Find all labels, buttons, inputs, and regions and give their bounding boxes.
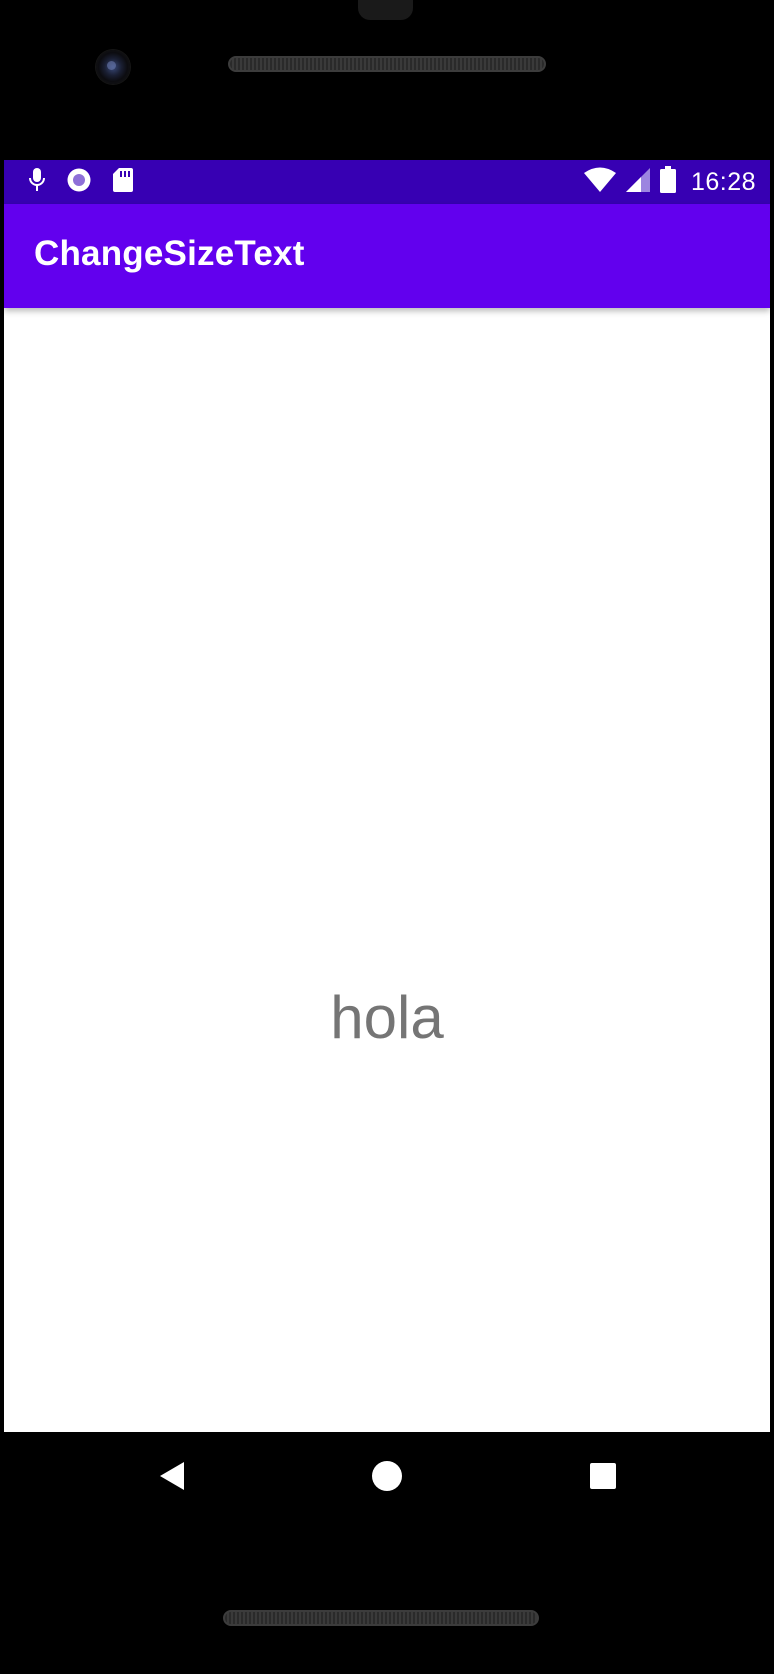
- recents-button[interactable]: [583, 1456, 623, 1496]
- phone-screen: 16:28 ChangeSizeText hola: [4, 160, 770, 1432]
- app-title: ChangeSizeText: [34, 234, 305, 273]
- status-clock: 16:28: [690, 167, 756, 196]
- back-button[interactable]: [152, 1456, 192, 1496]
- wifi-icon: [583, 167, 617, 198]
- back-triangle-icon: [160, 1462, 184, 1490]
- app-toolbar: ChangeSizeText: [4, 204, 770, 308]
- sd-card-icon: [112, 167, 134, 198]
- microphone-icon: [28, 167, 46, 198]
- cellular-signal-icon: [625, 167, 651, 198]
- battery-icon: [659, 165, 677, 199]
- device-notch: [358, 0, 413, 20]
- recents-square-icon: [590, 1463, 616, 1489]
- bottom-speaker: [223, 1610, 539, 1626]
- front-camera: [96, 50, 130, 84]
- device-frame: 16:28 ChangeSizeText hola: [0, 0, 774, 1674]
- navigation-bar: [0, 1432, 774, 1522]
- record-icon: [66, 167, 92, 198]
- earpiece-speaker: [228, 56, 546, 72]
- home-button[interactable]: [367, 1456, 407, 1496]
- main-content: hola: [4, 308, 770, 1432]
- status-left-icons: [28, 167, 134, 197]
- home-circle-icon: [372, 1461, 402, 1491]
- status-bar: 16:28: [4, 160, 770, 204]
- status-right-icons: 16:28: [583, 165, 756, 199]
- greeting-text: hola: [330, 984, 444, 1051]
